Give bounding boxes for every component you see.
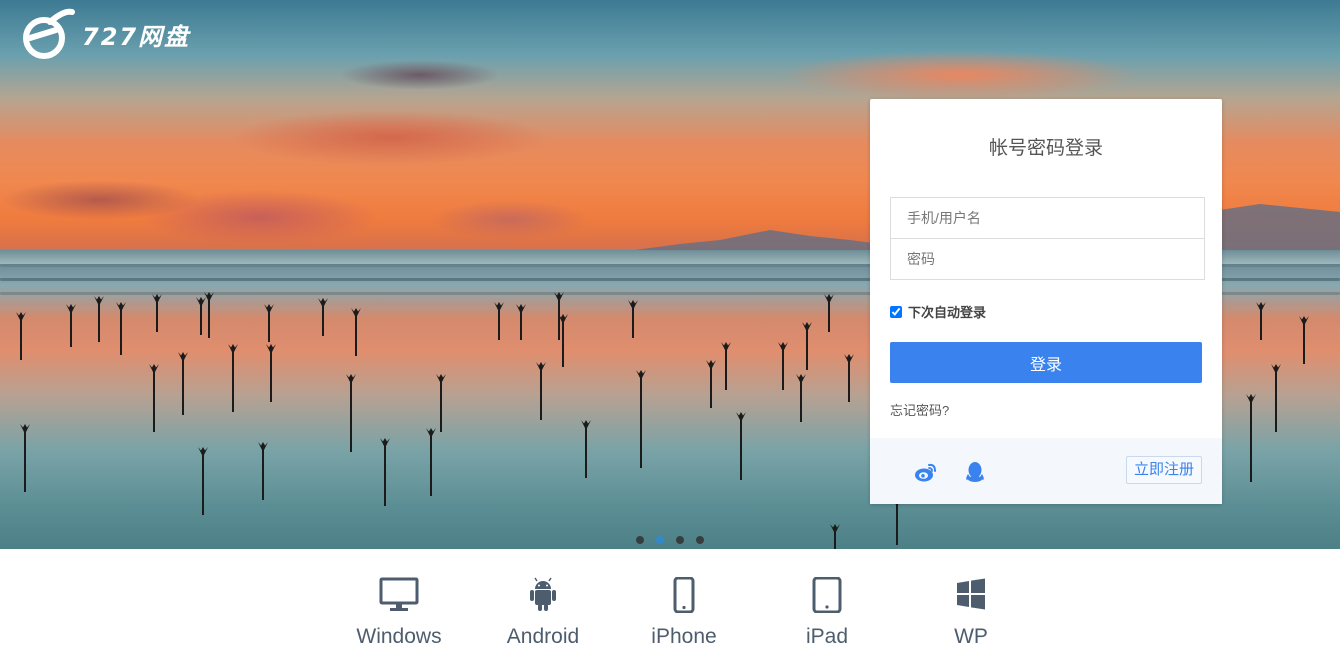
mangrove-stem [156, 302, 158, 332]
platform-wp[interactable]: WP [911, 577, 1031, 649]
mangrove-stem [828, 302, 830, 332]
register-button[interactable]: 立即注册 [1125, 456, 1202, 484]
mangrove-stem [98, 304, 100, 342]
cloud [430, 200, 590, 240]
platform-bar: Windows Android iPhone iPad WP [0, 549, 1340, 652]
mangrove-stem [520, 312, 522, 340]
mangrove-stem [1275, 372, 1277, 432]
mangrove-stem [384, 446, 386, 506]
mangrove-stem [153, 372, 155, 432]
mangrove-stem [585, 428, 587, 478]
mangrove-stem [1250, 402, 1252, 482]
brand-logo[interactable]: 727网盘 [20, 8, 190, 60]
mangrove-stem [1303, 324, 1305, 364]
logo-icon [23, 8, 75, 59]
remember-me[interactable]: 下次自动登录 [890, 302, 986, 321]
mangrove-stem [20, 320, 22, 360]
mangrove-stem [782, 350, 784, 390]
qq-icon[interactable] [963, 460, 987, 484]
mangrove-stem [262, 450, 264, 500]
mangrove-stem [120, 310, 122, 355]
platform-label: Android [506, 625, 580, 648]
mangrove-stem [562, 322, 564, 367]
carousel-dot[interactable] [696, 536, 704, 544]
mangrove-stem [800, 382, 802, 422]
platform-android[interactable]: Android [483, 577, 603, 649]
platform-label: iPhone [651, 625, 717, 648]
mangrove-stem [322, 306, 324, 336]
cloud [230, 110, 550, 165]
mangrove-stem [558, 300, 560, 340]
cloud [780, 50, 1140, 100]
password-input[interactable] [890, 238, 1205, 280]
mangrove-stem [24, 432, 26, 492]
brand-name: 727网盘 [82, 22, 191, 51]
panel-footer: 立即注册 [870, 438, 1222, 504]
mangrove-stem [498, 310, 500, 340]
mangrove-stem [208, 300, 210, 338]
mangrove-stem [1260, 310, 1262, 340]
mangrove-stem [896, 505, 898, 545]
carousel-dots [636, 536, 704, 544]
platform-windows[interactable]: Windows [339, 577, 459, 649]
mangrove-stem [232, 352, 234, 412]
remember-label: 下次自动登录 [908, 305, 987, 320]
platform-label: iPad [805, 625, 849, 648]
login-title: 帐号密码登录 [988, 138, 1103, 159]
mangrove-stem [182, 360, 184, 415]
platform-iphone[interactable]: iPhone [624, 577, 744, 649]
mangrove-stem [806, 330, 808, 370]
mangrove-stem [202, 455, 204, 515]
cloud [340, 60, 500, 90]
cloud [0, 180, 200, 220]
mangrove-stem [268, 312, 270, 342]
login-button[interactable]: 登录 [890, 342, 1202, 383]
mangrove-stem [200, 305, 202, 335]
carousel-dot[interactable] [636, 536, 644, 544]
mangrove-stem [430, 436, 432, 496]
platform-label: Windows [356, 625, 442, 648]
remember-checkbox[interactable] [890, 305, 902, 318]
mangrove-stem [270, 352, 272, 402]
mangrove-stem [834, 532, 836, 549]
mangrove-stem [540, 370, 542, 420]
mangrove-stem [710, 368, 712, 408]
login-panel: 帐号密码登录 下次自动登录 登录 忘记密码? 立即注册 [870, 99, 1222, 504]
mangrove-stem [848, 362, 850, 402]
mangrove-stem [740, 420, 742, 480]
tablet-icon [812, 577, 842, 613]
weibo-icon[interactable] [914, 460, 938, 484]
windows-logo-icon [957, 578, 985, 610]
carousel-dot-active[interactable] [656, 536, 664, 544]
username-input[interactable] [890, 197, 1205, 239]
platform-ipad[interactable]: iPad [767, 577, 887, 649]
android-icon [530, 577, 556, 611]
monitor-icon [379, 577, 419, 611]
forgot-password-link[interactable]: 忘记密码? [890, 400, 949, 419]
mangrove-stem [640, 378, 642, 468]
platform-label: WP [954, 625, 988, 648]
carousel-dot[interactable] [676, 536, 684, 544]
mangrove-stem [725, 350, 727, 390]
mangrove-stem [355, 316, 357, 356]
mangrove-stem [350, 382, 352, 452]
mangrove-stem [70, 312, 72, 347]
mangrove-stem [632, 308, 634, 338]
mangrove-stem [440, 382, 442, 432]
phone-icon [673, 577, 695, 613]
